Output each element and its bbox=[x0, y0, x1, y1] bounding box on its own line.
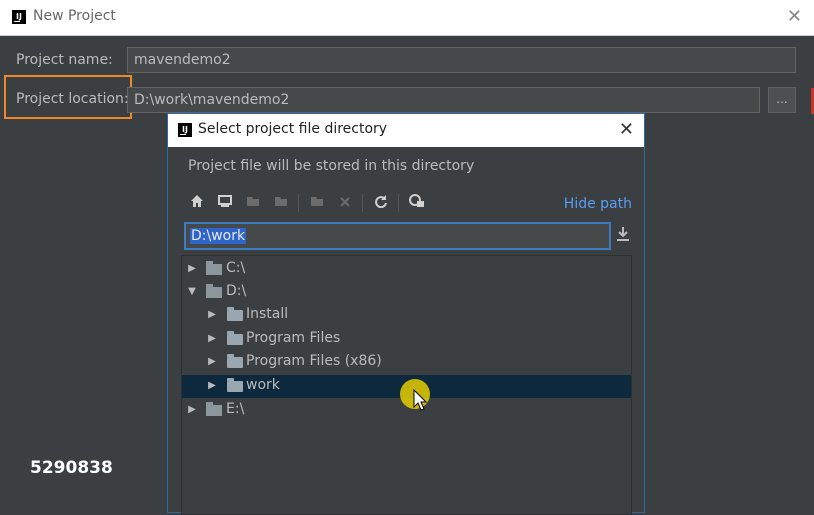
tree-item-label: Program Files bbox=[246, 330, 341, 346]
window-close-icon[interactable]: ✕ bbox=[787, 8, 802, 26]
refresh-icon[interactable] bbox=[370, 192, 392, 214]
expand-arrow-icon[interactable]: ▶ bbox=[206, 379, 218, 393]
tree-item-label: Install bbox=[246, 306, 289, 322]
select-directory-dialog: IJ Select project file directory ✕ Proje… bbox=[167, 113, 645, 515]
dialog-app-icon: IJ bbox=[178, 123, 192, 137]
toolbar-separator bbox=[362, 194, 363, 212]
tree-item-install[interactable]: ▶ Install bbox=[182, 304, 631, 327]
collapse-arrow-icon[interactable]: ▼ bbox=[186, 285, 198, 299]
project-location-input[interactable]: D:\work\mavendemo2 bbox=[127, 87, 760, 113]
hide-path-link[interactable]: Hide path bbox=[564, 196, 632, 212]
window-titlebar: IJ New Project ✕ bbox=[0, 0, 814, 36]
toolbar-separator bbox=[298, 194, 299, 212]
tree-item-program-files[interactable]: ▶ Program Files bbox=[182, 328, 631, 351]
expand-arrow-icon[interactable]: ▶ bbox=[186, 262, 198, 276]
dialog-close-icon[interactable]: ✕ bbox=[619, 121, 634, 139]
tree-item-label: C:\ bbox=[226, 260, 246, 276]
folder-icon bbox=[227, 307, 243, 321]
project-location-label: Project location: bbox=[16, 91, 129, 107]
tree-item-program-files-x86[interactable]: ▶ Program Files (x86) bbox=[182, 351, 631, 374]
dialog-titlebar: IJ Select project file directory ✕ bbox=[168, 114, 644, 147]
tree-item-label: Program Files (x86) bbox=[246, 353, 382, 369]
tree-item-c-drive[interactable]: ▶ C:\ bbox=[182, 258, 631, 281]
delete-icon[interactable] bbox=[334, 192, 356, 214]
show-hidden-icon[interactable] bbox=[406, 192, 428, 214]
download-icon[interactable] bbox=[614, 226, 632, 246]
project-name-label: Project name: bbox=[16, 52, 113, 68]
expand-arrow-icon[interactable]: ▶ bbox=[206, 355, 218, 369]
file-chooser-toolbar bbox=[186, 192, 486, 216]
new-folder-icon[interactable] bbox=[306, 192, 328, 214]
tree-item-label: D:\ bbox=[226, 283, 247, 299]
expand-arrow-icon[interactable]: ▶ bbox=[206, 332, 218, 346]
browse-button[interactable]: ... bbox=[768, 87, 796, 113]
tree-item-d-drive[interactable]: ▼ D:\ bbox=[182, 281, 631, 304]
folder-icon bbox=[227, 354, 243, 368]
path-input[interactable]: D:\work bbox=[184, 222, 611, 250]
window-title: New Project bbox=[33, 8, 116, 24]
folder-icon bbox=[227, 331, 243, 345]
folder-icon bbox=[227, 378, 243, 392]
project-folder-icon[interactable] bbox=[242, 192, 264, 214]
expand-arrow-icon[interactable]: ▶ bbox=[206, 308, 218, 322]
drive-icon bbox=[206, 402, 222, 416]
expand-arrow-icon[interactable]: ▶ bbox=[186, 403, 198, 417]
watermark-number: 5290838 bbox=[30, 458, 113, 478]
dialog-hint: Project file will be stored in this dire… bbox=[188, 158, 475, 174]
toolbar-separator bbox=[398, 194, 399, 212]
drive-icon bbox=[206, 284, 222, 298]
drive-icon bbox=[206, 261, 222, 275]
project-name-input[interactable]: mavendemo2 bbox=[127, 47, 796, 73]
module-folder-icon[interactable] bbox=[270, 192, 292, 214]
mouse-cursor-icon bbox=[413, 389, 428, 411]
tree-item-label: work bbox=[246, 377, 280, 393]
dialog-title: Select project file directory bbox=[198, 121, 388, 137]
path-input-value: D:\work bbox=[190, 228, 247, 244]
home-icon[interactable] bbox=[186, 192, 208, 214]
tree-item-label: E:\ bbox=[226, 401, 245, 417]
desktop-icon[interactable] bbox=[214, 192, 236, 214]
intellij-app-icon: IJ bbox=[12, 10, 26, 24]
